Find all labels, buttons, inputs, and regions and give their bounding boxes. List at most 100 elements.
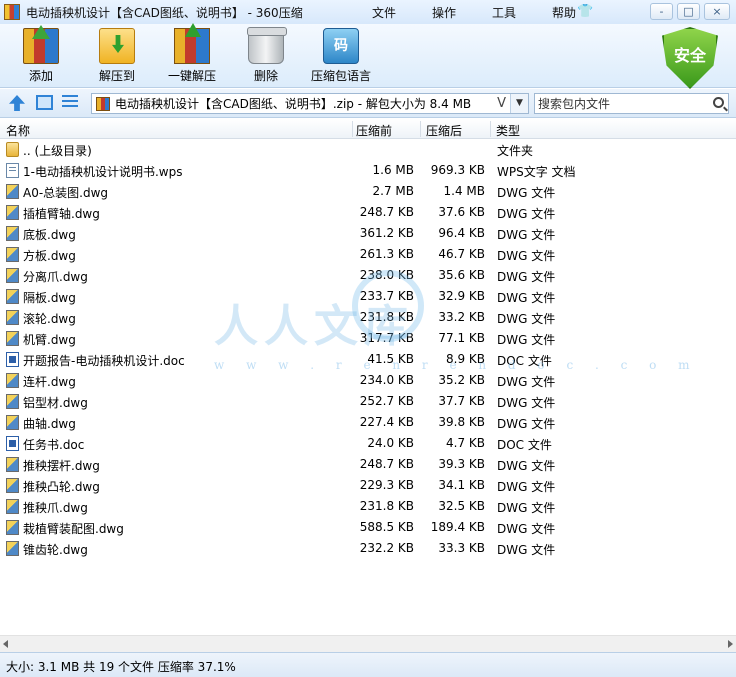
delete-label: 删除 [253,69,278,83]
path-field[interactable]: 电动插秧机设计【含CAD图纸、说明书】.zip - 解包大小为 8.4 MB V… [91,93,529,114]
up-arrow-icon[interactable] [9,95,25,111]
file-type: DWG 文件 [497,459,556,473]
file-packed-size: 33.2 KB [438,310,485,324]
list-view-icon[interactable] [62,95,78,110]
column-packed[interactable]: 压缩后 [426,122,462,139]
file-packed-size: 34.1 KB [438,478,485,492]
dwg-file-icon [6,226,19,241]
window-controls: - □ × [650,3,730,20]
dwg-file-icon [6,478,19,493]
file-type: WPS文字 文档 [497,165,576,179]
file-type: DWG 文件 [497,228,556,242]
one-key-extract-icon [174,28,210,64]
path-dropdown-button[interactable]: ▼ [510,94,528,113]
delete-button[interactable]: 删除 [245,27,287,84]
archive-language-button[interactable]: 码 压缩包语言 [309,28,373,84]
file-row[interactable]: 推秧凸轮.dwg 229.3 KB 34.1 KB DWG 文件 [0,475,736,496]
file-packed-size: 32.9 KB [438,289,485,303]
dwg-file-icon [6,184,19,199]
file-row[interactable]: 底板.dwg 361.2 KB 96.4 KB DWG 文件 [0,223,736,244]
file-row[interactable]: 栽植臂装配图.dwg 588.5 KB 189.4 KB DWG 文件 [0,517,736,538]
dwg-file-icon [6,373,19,388]
maximize-button[interactable]: □ [677,3,700,20]
add-button[interactable]: 添加 [20,28,62,84]
file-name: 锥齿轮.dwg [23,543,88,557]
thumbnail-view-icon[interactable] [36,95,53,110]
menu-file[interactable]: 文件 [372,4,396,21]
scroll-right-icon[interactable] [728,640,733,648]
file-row[interactable]: 推秧摆杆.dwg 248.7 KB 39.3 KB DWG 文件 [0,454,736,475]
file-name: 方板.dwg [23,249,76,263]
file-name: 曲轴.dwg [23,417,76,431]
file-row[interactable]: 机臂.dwg 317.7 KB 77.1 KB DWG 文件 [0,328,736,349]
extract-to-label: 解压到 [98,69,135,83]
file-type: DWG 文件 [497,417,556,431]
file-name: 插植臂轴.dwg [23,207,100,221]
file-size: 1.6 MB [372,163,414,177]
file-name: 隔板.dwg [23,291,76,305]
skin-icon[interactable]: 👕 [577,4,593,19]
dwg-file-icon [6,289,19,304]
file-type: 文件夹 [497,144,534,158]
add-button-label: 添加 [28,69,53,83]
extract-to-button[interactable]: 解压到 [94,28,140,84]
doc-file-icon [6,352,19,367]
file-packed-size: 35.6 KB [438,268,485,282]
file-packed-size: 1.4 MB [443,184,485,198]
verify-mark: V [497,96,506,111]
menu-operate[interactable]: 操作 [432,4,456,21]
archive-icon [96,96,110,111]
scroll-left-icon[interactable] [3,640,8,648]
file-packed-size: 189.4 KB [430,520,485,534]
file-size: 238.0 KB [359,268,414,282]
column-divider[interactable] [352,121,353,137]
file-type: DWG 文件 [497,396,556,410]
file-row[interactable]: 推秧爪.dwg 231.8 KB 32.5 KB DWG 文件 [0,496,736,517]
file-type: DWG 文件 [497,501,556,515]
file-size: 41.5 KB [367,352,414,366]
file-packed-size: 37.7 KB [438,394,485,408]
list-header: 名称 压缩前 压缩后 类型 [0,119,736,139]
file-row[interactable]: 铝型材.dwg 252.7 KB 37.7 KB DWG 文件 [0,391,736,412]
dwg-file-icon [6,205,19,220]
dwg-file-icon [6,331,19,346]
one-key-extract-button[interactable]: 一键解压 [164,28,220,84]
file-row[interactable]: 连杆.dwg 234.0 KB 35.2 KB DWG 文件 [0,370,736,391]
file-type: DWG 文件 [497,249,556,263]
file-size: 2.7 MB [372,184,414,198]
file-name: 栽植臂装配图.dwg [23,522,124,536]
file-row[interactable]: 隔板.dwg 233.7 KB 32.9 KB DWG 文件 [0,286,736,307]
file-name: 推秧凸轮.dwg [23,480,100,494]
column-type[interactable]: 类型 [496,122,520,139]
column-divider[interactable] [490,121,491,137]
search-icon[interactable] [713,97,724,108]
file-row[interactable]: 任务书.doc 24.0 KB 4.7 KB DOC 文件 [0,433,736,454]
file-row[interactable]: .. (上级目录) 文件夹 [0,139,736,160]
file-name: 任务书.doc [23,438,85,452]
menu-help[interactable]: 帮助 [552,4,576,21]
file-packed-size: 46.7 KB [438,247,485,261]
file-packed-size: 32.5 KB [438,499,485,513]
column-name[interactable]: 名称 [6,122,30,139]
file-row[interactable]: A0-总装图.dwg 2.7 MB 1.4 MB DWG 文件 [0,181,736,202]
minimize-button[interactable]: - [650,3,673,20]
file-row[interactable]: 开题报告-电动插秧机设计.doc 41.5 KB 8.9 KB DOC 文件 [0,349,736,370]
dwg-file-icon [6,394,19,409]
file-size: 227.4 KB [359,415,414,429]
horizontal-scrollbar[interactable] [0,635,736,652]
menu-tools[interactable]: 工具 [492,4,516,21]
file-row[interactable]: 曲轴.dwg 227.4 KB 39.8 KB DWG 文件 [0,412,736,433]
column-divider[interactable] [420,121,421,137]
file-row[interactable]: 1-电动插秧机设计说明书.wps 1.6 MB 969.3 KB WPS文字 文档 [0,160,736,181]
file-row[interactable]: 插植臂轴.dwg 248.7 KB 37.6 KB DWG 文件 [0,202,736,223]
file-row[interactable]: 锥齿轮.dwg 232.2 KB 33.3 KB DWG 文件 [0,538,736,559]
file-row[interactable]: 滚轮.dwg 231.8 KB 33.2 KB DWG 文件 [0,307,736,328]
search-input[interactable] [535,94,705,113]
file-name: 连杆.dwg [23,375,76,389]
file-size: 229.3 KB [359,478,414,492]
close-button[interactable]: × [704,3,730,20]
file-row[interactable]: 方板.dwg 261.3 KB 46.7 KB DWG 文件 [0,244,736,265]
file-type: DWG 文件 [497,543,556,557]
column-size[interactable]: 压缩前 [356,122,392,139]
file-row[interactable]: 分离爪.dwg 238.0 KB 35.6 KB DWG 文件 [0,265,736,286]
